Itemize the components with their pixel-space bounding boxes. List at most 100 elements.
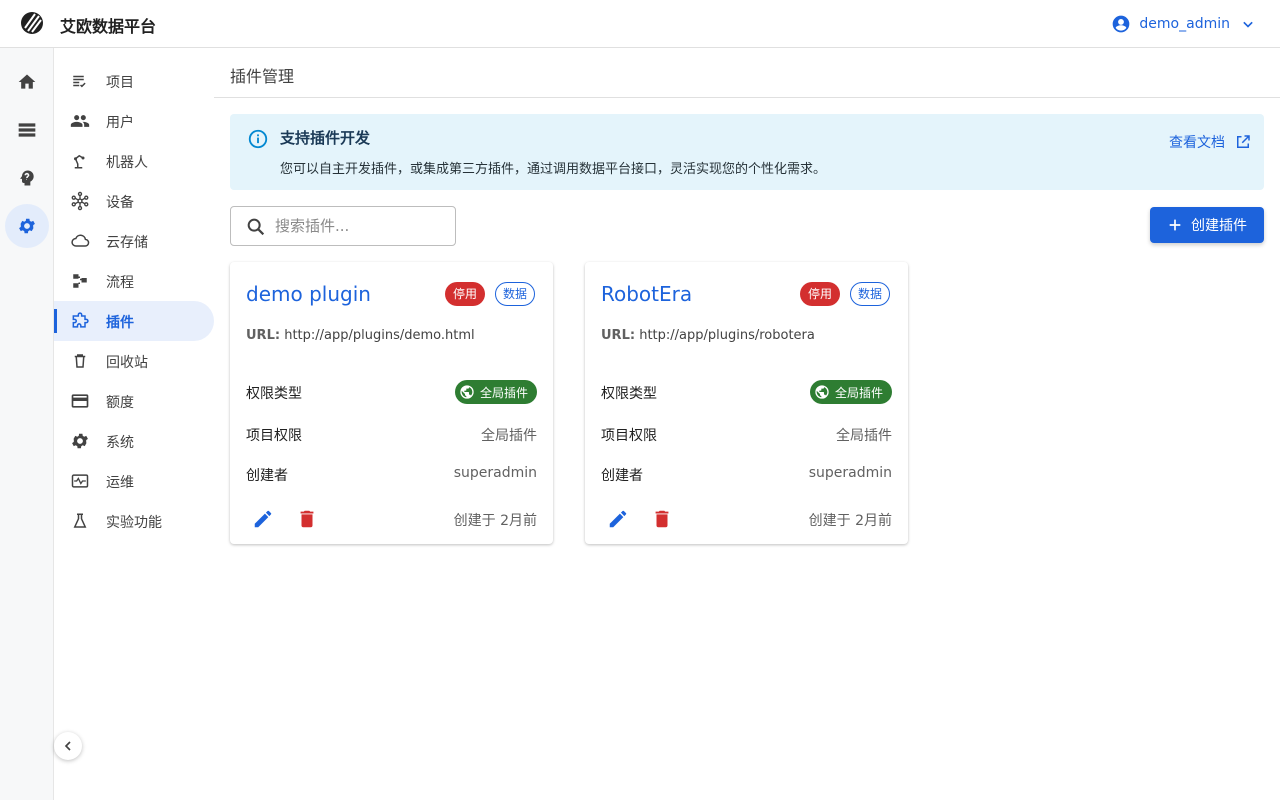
- cloud-icon: [70, 231, 90, 251]
- nav-item-ops[interactable]: 运维: [54, 461, 214, 501]
- nav-label: 系统: [106, 435, 134, 451]
- alert-description: 您可以自主开发插件，或集成第三方插件，通过调用数据平台接口，灵活实现您的个性化需…: [280, 162, 827, 177]
- nav-label: 额度: [106, 395, 134, 411]
- creator-label: 创建者: [246, 468, 288, 484]
- rail-ai[interactable]: [5, 156, 49, 200]
- plugin-card: RobotEra 停用 数据 URL: http://app/plugins/r…: [585, 262, 908, 544]
- url-label: URL:: [246, 328, 281, 343]
- plugin-name[interactable]: demo plugin: [246, 282, 371, 306]
- view-docs-link[interactable]: 查看文档: [1169, 132, 1252, 152]
- nav-item-devices[interactable]: 设备: [54, 181, 214, 221]
- page-header: 插件管理: [214, 48, 1280, 98]
- permission-type-chip: 全局插件: [454, 380, 537, 404]
- nav-label: 流程: [106, 275, 134, 291]
- info-icon: [248, 129, 268, 149]
- rail-settings[interactable]: [5, 204, 49, 248]
- robot-arm-icon: [70, 151, 90, 171]
- account-circle-icon: [1113, 15, 1130, 33]
- monitoring-icon: [70, 471, 90, 491]
- delete-icon[interactable]: [651, 508, 673, 530]
- project-permission-value: 全局插件: [481, 428, 537, 444]
- logo-icon[interactable]: [20, 11, 44, 35]
- nav-item-plugins[interactable]: 插件: [54, 301, 214, 341]
- workflow-icon: [70, 271, 90, 291]
- delete-icon[interactable]: [296, 508, 318, 530]
- home-icon: [18, 74, 36, 89]
- nav-label: 插件: [106, 315, 134, 331]
- project-permission-label: 项目权限: [601, 428, 657, 444]
- user-menu[interactable]: demo_admin: [1111, 12, 1258, 36]
- nav-item-cloud-storage[interactable]: 云存储: [54, 221, 214, 261]
- info-alert: 支持插件开发 您可以自主开发插件，或集成第三方插件，通过调用数据平台接口，灵活实…: [230, 114, 1264, 190]
- nav-label: 运维: [106, 475, 134, 491]
- project-permission-value: 全局插件: [836, 428, 892, 444]
- extension-icon: [70, 311, 90, 331]
- creator-value: superadmin: [453, 465, 537, 481]
- sub-navigation: 项目 用户 机器人 设备 云存储 流程 插件 回收站 额度 系统 运维 实验功能: [54, 48, 214, 800]
- permission-type-chip: 全局插件: [809, 380, 892, 404]
- permission-type-label: 权限类型: [601, 386, 657, 402]
- nav-label: 实验功能: [106, 515, 162, 531]
- status-badge: 停用: [800, 282, 841, 306]
- type-badge: 数据: [850, 282, 891, 306]
- top-bar: 艾欧数据平台 demo_admin: [0, 0, 1280, 48]
- plugin-name[interactable]: RobotEra: [601, 282, 692, 306]
- nav-item-system[interactable]: 系统: [54, 421, 214, 461]
- chevron-down-icon: [1243, 21, 1253, 28]
- nav-item-projects[interactable]: 项目: [54, 61, 214, 101]
- settings-icon: [70, 431, 90, 451]
- device-hub-icon: [70, 191, 90, 211]
- nav-item-users[interactable]: 用户: [54, 101, 214, 141]
- nav-label: 机器人: [106, 155, 148, 171]
- plus-icon: [1169, 219, 1181, 231]
- nav-label: 项目: [106, 75, 134, 91]
- plugin-url: URL: http://app/plugins/demo.html: [246, 328, 475, 343]
- created-time: 创建于 2月前: [808, 513, 892, 529]
- flask-icon: [70, 511, 90, 531]
- credit-card-icon: [70, 391, 90, 411]
- nav-item-workflow[interactable]: 流程: [54, 261, 214, 301]
- url-label: URL:: [601, 328, 636, 343]
- creator-value: superadmin: [808, 465, 892, 481]
- project-permission-label: 项目权限: [246, 428, 302, 444]
- open-in-new-icon: [1237, 135, 1250, 148]
- type-badge: 数据: [495, 282, 536, 306]
- view-docs-label: 查看文档: [1169, 135, 1225, 151]
- nav-item-robots[interactable]: 机器人: [54, 141, 214, 181]
- psychology-icon: [20, 170, 34, 186]
- nav-item-experimental[interactable]: 实验功能: [54, 501, 214, 541]
- alert-title: 支持插件开发: [280, 129, 371, 147]
- url-value: http://app/plugins/demo.html: [284, 328, 475, 343]
- create-plugin-button[interactable]: 创建插件: [1150, 207, 1264, 243]
- user-name: demo_admin: [1139, 16, 1230, 32]
- nav-item-recycle-bin[interactable]: 回收站: [54, 341, 214, 381]
- status-badge: 停用: [445, 282, 486, 306]
- rail-home[interactable]: [5, 60, 49, 104]
- search-icon: [247, 218, 265, 236]
- page-title: 插件管理: [230, 67, 295, 86]
- app-title: 艾欧数据平台: [60, 17, 157, 36]
- people-icon: [70, 111, 90, 131]
- settings-icon: [19, 218, 35, 234]
- globe-icon: [460, 385, 474, 399]
- nav-item-quota[interactable]: 额度: [54, 381, 214, 421]
- search-input[interactable]: [275, 215, 445, 237]
- project-list-icon: [70, 71, 90, 91]
- created-time: 创建于 2月前: [453, 513, 537, 529]
- search-box: [230, 206, 456, 246]
- nav-label: 设备: [106, 195, 134, 211]
- edit-icon[interactable]: [252, 508, 274, 530]
- edit-icon[interactable]: [607, 508, 629, 530]
- url-value: http://app/plugins/robotera: [639, 328, 815, 343]
- permission-type-value: 全局插件: [834, 385, 883, 400]
- nav-label: 云存储: [106, 235, 148, 251]
- chevron-left-icon: [64, 741, 71, 751]
- create-plugin-label: 创建插件: [1191, 218, 1247, 234]
- trash-icon: [70, 351, 90, 371]
- icon-rail: [0, 48, 54, 800]
- creator-label: 创建者: [601, 468, 643, 484]
- nav-label: 回收站: [106, 355, 148, 371]
- rail-storage[interactable]: [5, 108, 49, 152]
- collapse-sidebar-button[interactable]: [54, 732, 82, 760]
- storage-icon: [18, 123, 36, 137]
